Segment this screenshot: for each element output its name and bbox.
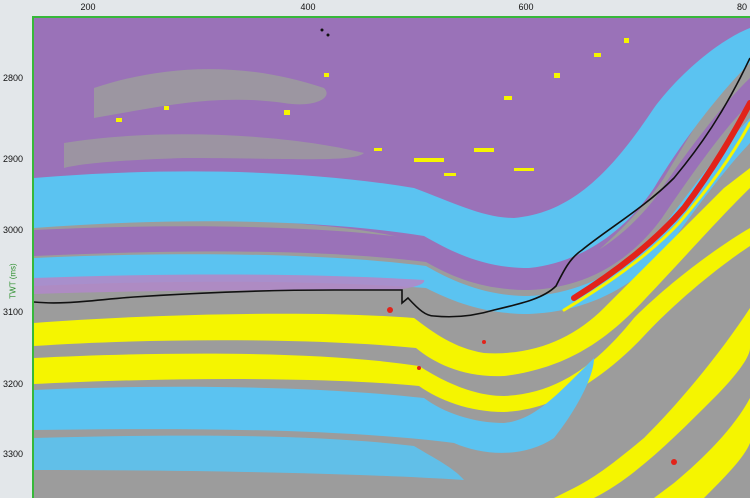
horizontal-ruler[interactable]: 200 400 600 80 bbox=[32, 0, 750, 18]
horizon-pick-marker bbox=[326, 33, 330, 37]
y-tick-label: 2800 bbox=[3, 73, 24, 83]
y-tick-label: 3100 bbox=[3, 307, 24, 317]
ruler-corner bbox=[0, 0, 32, 16]
seismic-section-viewer[interactable]: 200 400 600 80 2800 2900 3000 3100 3200 … bbox=[0, 0, 750, 498]
y-tick-label: 3000 bbox=[3, 225, 24, 235]
y-tick-label: 3200 bbox=[3, 379, 24, 389]
red-spot bbox=[417, 366, 421, 370]
y-tick-label: 2900 bbox=[3, 154, 24, 164]
vertical-ruler[interactable]: 2800 2900 3000 3100 3200 3300 TWT (ms) bbox=[0, 16, 34, 498]
seismic-plot-area[interactable] bbox=[34, 18, 750, 498]
seismic-image bbox=[34, 18, 750, 498]
x-tick-label: 80 bbox=[736, 2, 748, 12]
y-tick-label: 3300 bbox=[3, 449, 24, 459]
y-axis-title: TWT (ms) bbox=[8, 263, 18, 299]
x-tick-label: 400 bbox=[300, 2, 316, 12]
red-spot bbox=[387, 307, 393, 313]
x-tick-label: 200 bbox=[80, 2, 96, 12]
red-spot bbox=[671, 459, 677, 465]
x-tick-label: 600 bbox=[518, 2, 534, 12]
red-spot bbox=[482, 340, 486, 344]
horizon-pick-marker bbox=[320, 28, 324, 32]
